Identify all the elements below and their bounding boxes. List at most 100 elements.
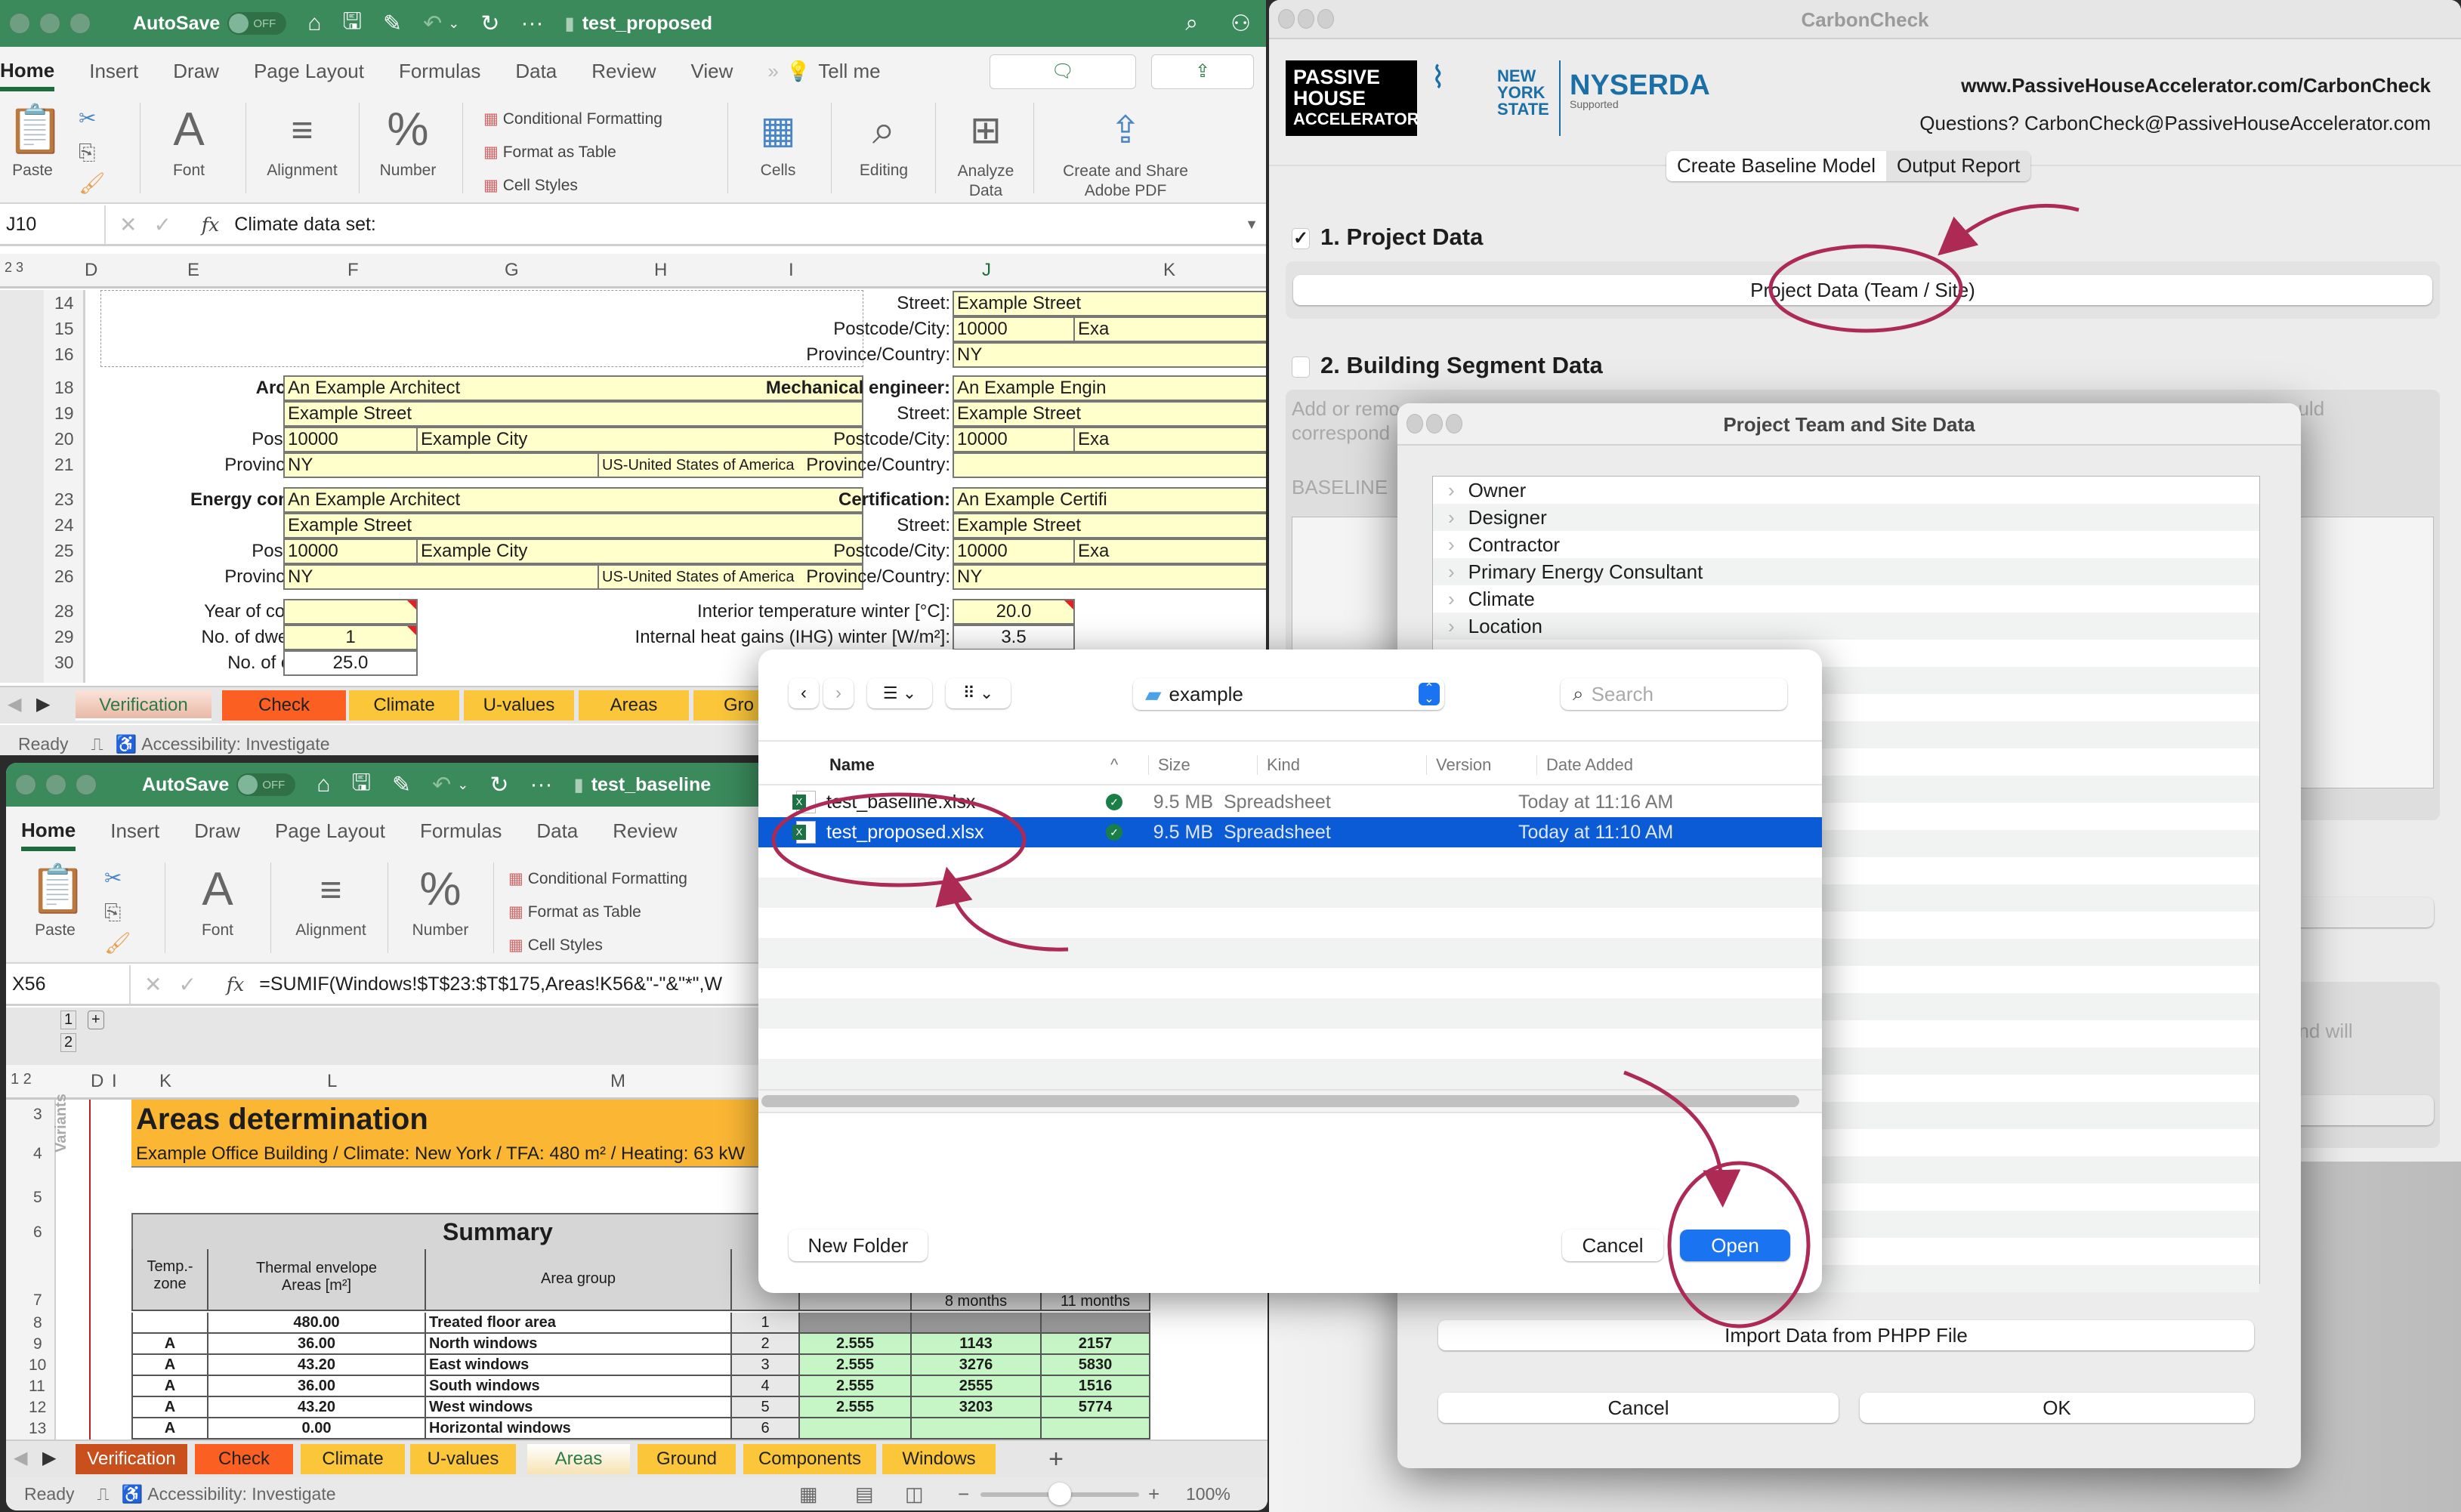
col-header[interactable]: D <box>91 1071 103 1092</box>
row-header[interactable]: 10 <box>29 1356 46 1375</box>
cell-m8[interactable] <box>912 1418 1042 1439</box>
undo-icon[interactable]: ↶ <box>432 772 451 798</box>
tree-item[interactable]: › Climate <box>1433 585 2259 613</box>
cell-area[interactable]: 480.00 <box>208 1313 426 1334</box>
tree-item[interactable]: › Owner <box>1433 477 2259 504</box>
sheet-tab-u-values[interactable]: U-values <box>410 1444 516 1474</box>
tab-view[interactable]: View <box>691 60 733 83</box>
cell-styles-button[interactable]: Cell Styles <box>483 169 662 202</box>
contact-email[interactable]: Questions? CarbonCheck@PassiveHouseAccel… <box>1919 112 2431 135</box>
zoom-slider[interactable] <box>980 1483 1139 1505</box>
postcode-cell[interactable]: 10000 <box>283 538 418 564</box>
close-button[interactable] <box>1407 414 1423 434</box>
street-cell[interactable]: Example Street <box>953 401 1266 427</box>
tab-insert[interactable]: Insert <box>110 819 159 843</box>
row-header[interactable]: 3 <box>33 1106 42 1124</box>
units-cell[interactable]: 1 <box>283 625 418 650</box>
col-header[interactable]: J <box>982 260 991 281</box>
cell-u[interactable]: 2.555 <box>800 1376 912 1397</box>
conditional-formatting-button[interactable]: Conditional Formatting <box>508 862 687 896</box>
cell-n[interactable]: 5 <box>732 1397 800 1418</box>
row-header[interactable]: 18 <box>54 378 74 398</box>
row-header[interactable]: 8 <box>33 1314 42 1332</box>
autosave-toggle[interactable]: OFF <box>236 773 296 796</box>
cell-n[interactable]: 4 <box>732 1376 800 1397</box>
cells-button[interactable]: ▦ Cells <box>740 101 816 180</box>
tab-data[interactable]: Data <box>536 819 578 843</box>
row-header[interactable]: 21 <box>54 455 74 475</box>
building-segment-checkbox[interactable] <box>1292 356 1310 378</box>
row-header[interactable]: 25 <box>54 541 74 561</box>
prev-sheet-icon[interactable]: ◀ <box>14 1447 27 1469</box>
certifier-name-cell[interactable]: An Example Certifi <box>953 487 1266 513</box>
sheet-tab-ground[interactable]: Ground <box>638 1444 736 1474</box>
tab-page-layout[interactable]: Page Layout <box>254 60 364 83</box>
import-phpp-button[interactable]: Import Data from PHPP File <box>1438 1320 2254 1350</box>
row-header[interactable]: 13 <box>29 1420 46 1438</box>
column-kind[interactable]: Kind <box>1257 755 1300 775</box>
close-button[interactable] <box>9 13 30 34</box>
cell-area[interactable]: 43.20 <box>208 1355 426 1376</box>
back-button[interactable]: ‹ <box>789 678 819 708</box>
disclosure-chevron-icon[interactable]: › <box>1448 588 1455 610</box>
col-header[interactable]: K <box>1163 260 1175 281</box>
expand-formula-icon[interactable]: ▼ <box>1245 217 1258 233</box>
zoom-out-icon[interactable]: − <box>958 1483 969 1506</box>
cell-zone[interactable]: A <box>131 1334 208 1355</box>
province-cell[interactable]: NY <box>283 564 599 590</box>
province-cell[interactable]: NY <box>953 564 1266 590</box>
format-as-table-button[interactable]: Format as Table <box>483 136 662 169</box>
dialog-cancel-button[interactable]: Cancel <box>1438 1393 1839 1423</box>
col-header[interactable]: G <box>505 260 519 281</box>
search-field[interactable]: ⌕ Search <box>1561 678 1787 710</box>
list-view-button[interactable]: ☰ ⌄ <box>867 678 932 708</box>
cell-zone[interactable]: A <box>131 1418 208 1439</box>
street-cell[interactable]: Example Street <box>283 513 863 538</box>
file-open-button[interactable]: Open <box>1680 1230 1790 1261</box>
street-cell[interactable]: Example Street <box>953 291 1266 316</box>
cell-area[interactable]: 36.00 <box>208 1376 426 1397</box>
redo-icon[interactable]: ↻ <box>480 11 499 37</box>
disclosure-chevron-icon[interactable]: › <box>1448 506 1455 529</box>
macro-icon[interactable]: ⎍ <box>91 734 103 754</box>
cell-zone[interactable]: A <box>131 1397 208 1418</box>
cell-zone[interactable] <box>131 1313 208 1334</box>
format-painter-icon[interactable]: 🖌 <box>79 171 106 196</box>
file-cancel-button[interactable]: Cancel <box>1562 1230 1663 1261</box>
row-header[interactable]: 23 <box>54 489 74 510</box>
tab-create-baseline-model[interactable]: Create Baseline Model <box>1666 151 1887 181</box>
number-button[interactable]: % Number <box>370 101 446 180</box>
sheet-tab-areas[interactable]: Areas <box>527 1444 630 1474</box>
cell-m11[interactable]: 1516 <box>1042 1376 1150 1397</box>
sheet-tab-ground[interactable]: Gro <box>693 690 761 721</box>
save-as-icon[interactable]: ✎ <box>392 772 411 798</box>
tab-page-layout[interactable]: Page Layout <box>275 819 385 843</box>
name-box[interactable]: J10 <box>0 205 106 244</box>
share-button[interactable]: ⇪ Share <box>1151 54 1254 115</box>
column-version[interactable]: Version <box>1426 755 1491 775</box>
cell-n[interactable]: 1 <box>732 1313 800 1334</box>
adobe-pdf-button[interactable]: ⇪ Create and Share Adobe PDF <box>1050 101 1201 201</box>
minimize-button[interactable] <box>1426 414 1443 434</box>
tab-insert[interactable]: Insert <box>89 60 138 83</box>
alignment-button[interactable]: ≡ Alignment <box>282 861 380 940</box>
cell-m11[interactable] <box>1042 1313 1150 1334</box>
province-cell[interactable]: NY <box>953 342 1266 368</box>
minimize-button[interactable] <box>1298 9 1314 29</box>
row-header[interactable]: 11 <box>29 1378 45 1396</box>
col-header[interactable]: E <box>187 260 199 281</box>
tree-item[interactable]: › Location <box>1433 613 2259 640</box>
row-header[interactable]: 19 <box>54 403 74 424</box>
more-icon[interactable]: ··· <box>530 772 553 798</box>
group-view-button[interactable]: ⠿ ⌄ <box>946 678 1011 708</box>
number-button[interactable]: % Number <box>399 861 482 940</box>
sheet-tab-areas[interactable]: Areas <box>579 690 689 721</box>
city-cell[interactable]: Exa <box>1073 538 1266 564</box>
col-header[interactable]: K <box>159 1071 171 1092</box>
cut-icon[interactable]: ✂ <box>104 866 122 890</box>
project-data-checkbox[interactable]: ✓ <box>1292 227 1310 249</box>
zoom-slider-knob[interactable] <box>1048 1483 1071 1505</box>
col-header[interactable]: I <box>789 260 794 281</box>
cell-m11[interactable]: 5830 <box>1042 1355 1150 1376</box>
copy-icon[interactable]: ⎘ <box>79 140 95 165</box>
